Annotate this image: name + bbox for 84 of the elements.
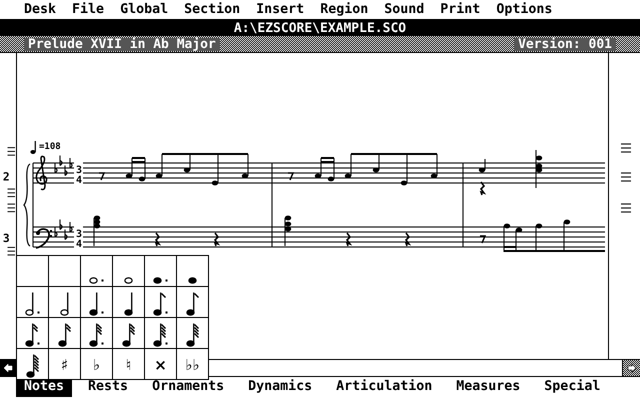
menu-item[interactable]: Insert [256,0,304,20]
row-marker-icon[interactable] [620,204,632,212]
palette-button[interactable]: × [145,349,177,380]
tempo-marking: =108 [30,141,61,154]
palette-button[interactable] [177,318,209,349]
palette-button[interactable] [49,287,81,318]
right-arrow-icon [626,363,636,373]
palette-button[interactable] [81,256,113,287]
time-signature: 4 [76,239,82,250]
palette-button[interactable]: ♭ [81,349,113,380]
version-label: Version: 001 [514,38,616,50]
palette-button[interactable] [113,318,145,349]
note-icon [26,354,40,378]
palette-button[interactable]: ♮ [113,349,145,380]
row-marker-icon[interactable] [7,188,16,198]
palette-button[interactable] [81,287,113,318]
quarter-rest-icon [154,232,162,246]
palette-button[interactable] [145,318,177,349]
scroll-right-button[interactable] [622,360,640,376]
note-icon [153,292,168,316]
row-marker-icon[interactable] [620,172,632,182]
note-icon [186,292,200,316]
note-icon [89,292,104,316]
note-icon [60,292,69,316]
menu-item[interactable]: Sound [384,0,424,20]
menu-item[interactable]: File [72,0,104,20]
palette-button[interactable] [113,256,145,287]
time-signature: 3 [76,229,82,240]
note-icon [25,323,40,347]
palette-button[interactable] [177,256,209,287]
note-icon [124,292,133,316]
score-title: Prelude XVII in Ab Major [24,38,220,50]
palette-button[interactable] [17,318,49,349]
note-icon [89,323,104,347]
eighth-rest-icon [288,172,294,180]
note-icon [153,276,168,284]
time-signature: 4 [76,175,82,186]
left-arrow-icon [3,363,13,373]
scroll-left-button[interactable] [0,360,16,376]
menu-item[interactable]: Options [496,0,552,20]
palette-button[interactable] [49,256,81,287]
treble-clef-icon [36,156,48,190]
row-marker-icon[interactable] [7,204,16,212]
palette-button[interactable] [145,287,177,318]
palette-button[interactable] [177,287,209,318]
palette-button[interactable]: ♯ [49,349,81,380]
palette-button[interactable] [17,256,49,287]
quarter-rest-icon [346,232,352,246]
menu-item[interactable]: Print [440,0,480,20]
menu-item[interactable]: Section [184,0,240,20]
menu-item[interactable]: Region [320,0,368,20]
note-icon [89,276,104,284]
menu-item[interactable]: Global [120,0,168,20]
palette-button[interactable] [81,318,113,349]
brace-icon [23,164,30,246]
eighth-rest-icon [480,235,486,244]
row-marker-icon[interactable] [7,147,16,156]
palette-button[interactable] [145,256,177,287]
staff-number: 2 [2,170,10,184]
note-icon [124,276,133,284]
menu-item[interactable]: Desk [24,0,56,20]
staff-number: 3 [2,232,10,245]
quarter-rest-icon [480,182,486,196]
quarter-rest-icon [214,232,220,246]
row-marker-icon[interactable] [620,144,632,152]
palette-button[interactable] [17,287,49,318]
bass-clef-icon [36,228,52,249]
note-icon [153,323,168,347]
window-title: A:\EZSCORE\EXAMPLE.SCO [234,22,406,34]
key-signature-icon [54,155,73,176]
palette-button[interactable]: ♭♭ [177,349,209,380]
palette-button[interactable] [17,349,49,380]
palette-button[interactable] [113,287,145,318]
note-icon [58,323,72,347]
palette-button[interactable] [49,318,81,349]
note-icon [122,323,136,347]
time-signature: 3 [76,165,82,176]
row-marker-icon[interactable] [7,246,16,256]
note-icon [186,323,200,347]
eighth-rest-icon [99,172,106,180]
key-signature-icon [54,219,73,240]
note-icon [188,276,197,284]
quarter-rest-icon [404,232,412,246]
note-icon [25,292,40,316]
